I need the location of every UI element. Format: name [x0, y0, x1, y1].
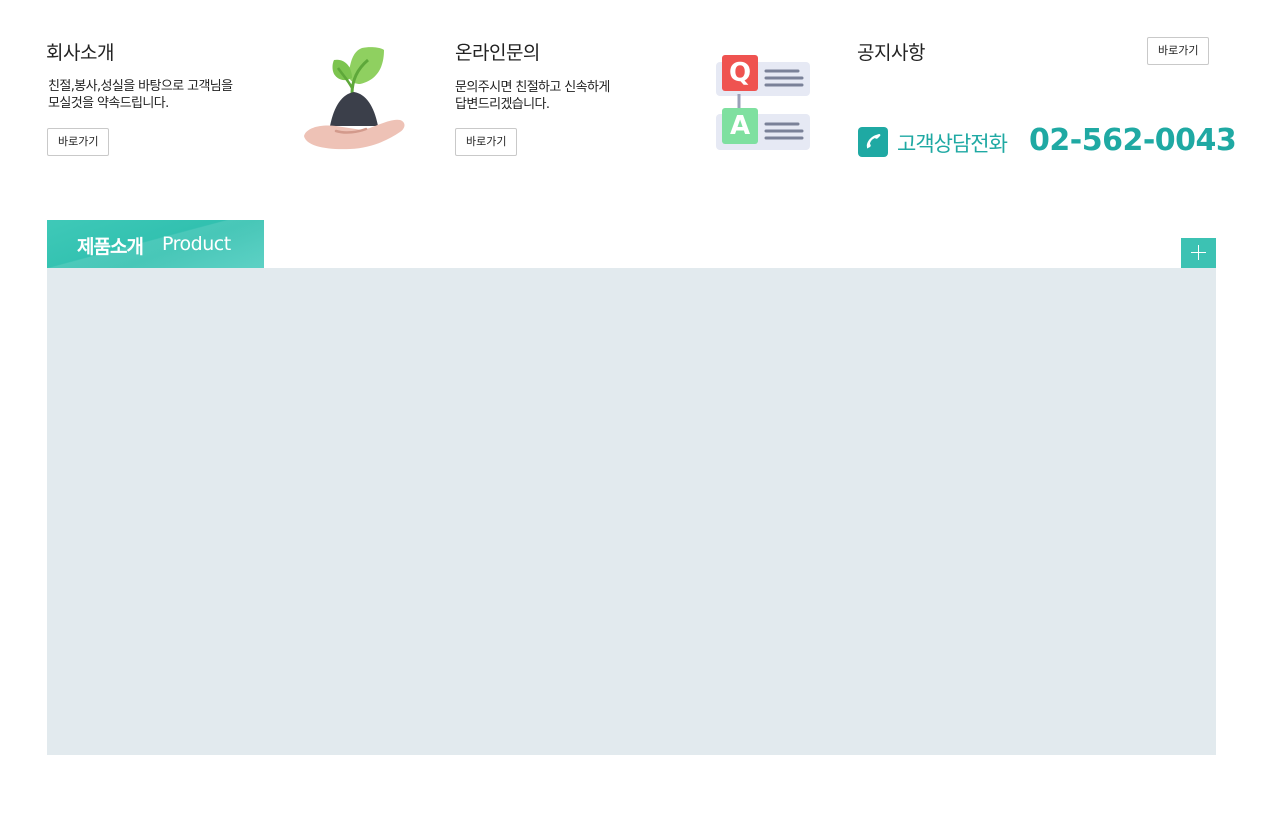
qa-icon: Q A	[714, 54, 812, 154]
company-desc: 친절,봉사,성실을 바탕으로 고객님을 모실것을 약속드립니다.	[48, 78, 233, 112]
a-letter: A	[729, 111, 751, 141]
plant-in-hand-icon	[304, 47, 405, 150]
product-title-ko: 제품소개	[77, 236, 144, 258]
company-desc-line1: 친절,봉사,성실을 바탕으로 고객님을	[48, 79, 233, 94]
notice-title: 공지사항	[857, 42, 925, 64]
contact-label: 고객상담전화	[897, 132, 1008, 156]
inquiry-desc: 문의주시면 친절하고 신속하게 답변드리겠습니다.	[455, 79, 610, 113]
product-more-button[interactable]	[1181, 238, 1216, 268]
company-go-button[interactable]: 바로가기	[47, 128, 110, 156]
inquiry-go-button[interactable]: 바로가기	[455, 128, 518, 156]
inquiry-desc-line1: 문의주시면 친절하고 신속하게	[455, 80, 610, 95]
inquiry-desc-line2: 답변드리겠습니다.	[455, 97, 550, 112]
phone-icon	[858, 127, 888, 157]
q-letter: Q	[728, 58, 752, 88]
page: 회사소개 친절,봉사,성실을 바탕으로 고객님을 모실것을 약속드립니다. 바로…	[0, 0, 1263, 816]
inquiry-title: 온라인문의	[455, 42, 540, 64]
notice-go-button[interactable]: 바로가기	[1147, 37, 1210, 65]
company-title: 회사소개	[46, 42, 114, 64]
product-list-panel	[47, 268, 1216, 755]
product-tab[interactable]: 제품소개 Product	[47, 220, 264, 268]
product-title-en: Product	[162, 233, 231, 255]
plus-icon-v	[1198, 245, 1199, 260]
company-desc-line2: 모실것을 약속드립니다.	[48, 96, 169, 111]
contact-number: 02-562-0043	[1029, 123, 1237, 158]
